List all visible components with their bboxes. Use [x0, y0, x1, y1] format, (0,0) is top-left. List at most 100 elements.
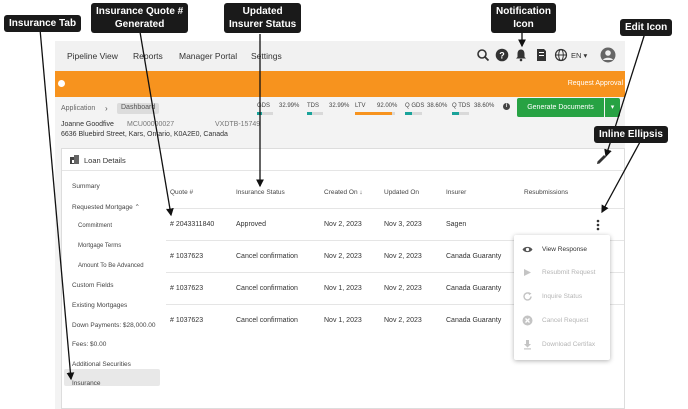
insurance-status: Cancel confirmation: [236, 285, 298, 292]
ratio-value: 32.99%: [279, 103, 300, 109]
menu-item-label: View Response: [542, 246, 588, 253]
request-approval-link[interactable]: Request Approval: [568, 80, 623, 87]
created-on: Nov 2, 2023: [324, 221, 362, 228]
insurer: Canada Guaranty: [446, 317, 502, 324]
side-item-summary[interactable]: Summary: [72, 183, 100, 190]
updated-on: Nov 2, 2023: [384, 253, 422, 260]
ratio-fill: [355, 112, 392, 115]
ratio-bar: [355, 112, 395, 115]
column-header-resubmissions: Resubmissions: [524, 189, 569, 196]
side-item-existing-mortgages[interactable]: Existing Mortgages: [72, 302, 127, 309]
ratio-value: 38.60%: [474, 103, 495, 109]
updated-on: Nov 3, 2023: [384, 221, 422, 228]
insurance-status: Approved: [236, 221, 266, 228]
quote-number: # 2043311840: [170, 221, 215, 228]
deal-id: VXDTB-15749: [215, 121, 261, 128]
ratio-fill: [452, 112, 459, 115]
ratio-bar: [257, 112, 273, 115]
resubmit-icon: [524, 269, 531, 276]
nav-settings[interactable]: Settings: [251, 51, 282, 61]
column-header-updated: Updated On: [384, 189, 420, 196]
menu-item-cancel-request[interactable]: Cancel Request: [514, 310, 610, 333]
edit-pencil-icon[interactable]: [595, 153, 608, 166]
home-money-icon: [70, 155, 79, 164]
side-item-insurance[interactable]: Insurance: [72, 380, 101, 387]
callout-insurance-tab: Insurance Tab: [4, 15, 82, 32]
refresh-icon: [523, 292, 532, 301]
menu-item-label: Inquire Status: [542, 293, 583, 300]
ratio-ltv: LTV 92.00%: [355, 103, 405, 117]
generate-documents-dropdown-icon[interactable]: ▾: [605, 98, 620, 117]
language-selector[interactable]: EN ▾: [571, 51, 587, 60]
side-item-amount-advanced[interactable]: Amount To Be Advanced: [78, 263, 144, 269]
nav-manager-portal[interactable]: Manager Portal: [179, 51, 237, 61]
documents-icon[interactable]: [534, 48, 548, 62]
menu-item-label: Download Certifax: [542, 341, 596, 348]
ratio-label: Q TDS: [452, 103, 471, 109]
svg-text:?: ?: [499, 50, 505, 60]
insurer: Canada Guaranty: [446, 285, 502, 292]
insurer: Sagen: [446, 221, 467, 228]
approval-banner: Request Approval: [55, 71, 625, 97]
download-icon: [524, 340, 531, 350]
updated-on: Nov 2, 2023: [384, 317, 422, 324]
eye-icon: [522, 246, 533, 253]
ratio-label: LTV: [355, 103, 366, 109]
side-item-custom-fields[interactable]: Custom Fields: [72, 282, 114, 289]
notification-bell-icon[interactable]: [514, 48, 528, 62]
ratio-value: 38.60%: [427, 103, 448, 109]
generate-documents-button[interactable]: Generate Documents: [517, 98, 604, 117]
search-icon[interactable]: [476, 48, 490, 62]
side-item-down-payments[interactable]: Down Payments: $28,000.00: [72, 322, 155, 329]
column-header-insurer: Insurer: [446, 189, 467, 196]
card-header: Loan Details: [62, 149, 624, 171]
side-item-additional-securities[interactable]: Additional Securities: [72, 361, 131, 368]
info-icon[interactable]: i: [503, 103, 510, 110]
side-item-requested-mortgage[interactable]: Requested Mortgage ⌃: [72, 203, 140, 211]
property-address: 6636 Bluebird Street, Kars, Ontario, K0A…: [61, 131, 228, 138]
breadcrumb-root[interactable]: Application: [61, 105, 95, 112]
chevron-right-icon: ›: [105, 104, 108, 113]
side-item-mortgage-terms[interactable]: Mortgage Terms: [78, 243, 121, 249]
row-actions-menu: View Response Resubmit Request Inquire S…: [514, 235, 610, 360]
ratio-value: 92.00%: [377, 103, 398, 109]
ratio-qtds: Q TDS 38.60%: [452, 103, 498, 117]
menu-item-resubmit-request[interactable]: Resubmit Request: [514, 262, 610, 285]
cancel-icon: [522, 315, 533, 326]
ratio-qgds: Q GDS 38.60%: [405, 103, 451, 117]
loan-details-side-nav: Summary Requested Mortgage ⌃ Commitment …: [62, 171, 162, 409]
application-header: Application › Dashboard Joanne Goodfive …: [55, 97, 625, 147]
globe-icon[interactable]: [554, 48, 568, 62]
ratio-fill: [405, 112, 412, 115]
avatar-icon[interactable]: [600, 47, 616, 63]
side-item-commitment[interactable]: Commitment: [78, 223, 112, 229]
menu-item-view-response[interactable]: View Response: [514, 239, 610, 262]
quote-number: # 1037623: [170, 317, 204, 324]
menu-item-inquire-status[interactable]: Inquire Status: [514, 286, 610, 309]
side-item-fees[interactable]: Fees: $0.00: [72, 341, 106, 348]
language-label: EN: [571, 51, 582, 60]
more-vert-icon[interactable]: [594, 219, 602, 231]
nav-reports[interactable]: Reports: [133, 51, 163, 61]
menu-item-download-certifax[interactable]: Download Certifax: [514, 334, 610, 357]
ratio-fill: [257, 112, 263, 115]
callout-inline-ellipsis: Inline Ellipsis: [594, 126, 668, 143]
callout-edit-icon: Edit Icon: [620, 19, 673, 36]
nav-pipeline-view[interactable]: Pipeline View: [67, 51, 118, 61]
updated-on: Nov 2, 2023: [384, 285, 422, 292]
borrower-name: Joanne Goodfive: [61, 121, 114, 128]
ratio-bar: [452, 112, 469, 115]
help-icon[interactable]: ?: [495, 48, 509, 62]
insurance-status: Cancel confirmation: [236, 317, 298, 324]
created-on: Nov 1, 2023: [324, 317, 362, 324]
card-title: Loan Details: [84, 156, 126, 165]
column-header-quote: Quote #: [170, 189, 194, 196]
ratio-bar: [307, 112, 323, 115]
menu-item-label: Resubmit Request: [542, 269, 596, 276]
ratio-bar: [405, 112, 422, 115]
created-on: Nov 2, 2023: [324, 253, 362, 260]
column-header-status: Insurance Status: [236, 189, 285, 196]
ratio-value: 32.99%: [329, 103, 350, 109]
insurer: Canada Guaranty: [446, 253, 502, 260]
column-header-created[interactable]: Created On ↓: [324, 189, 363, 196]
